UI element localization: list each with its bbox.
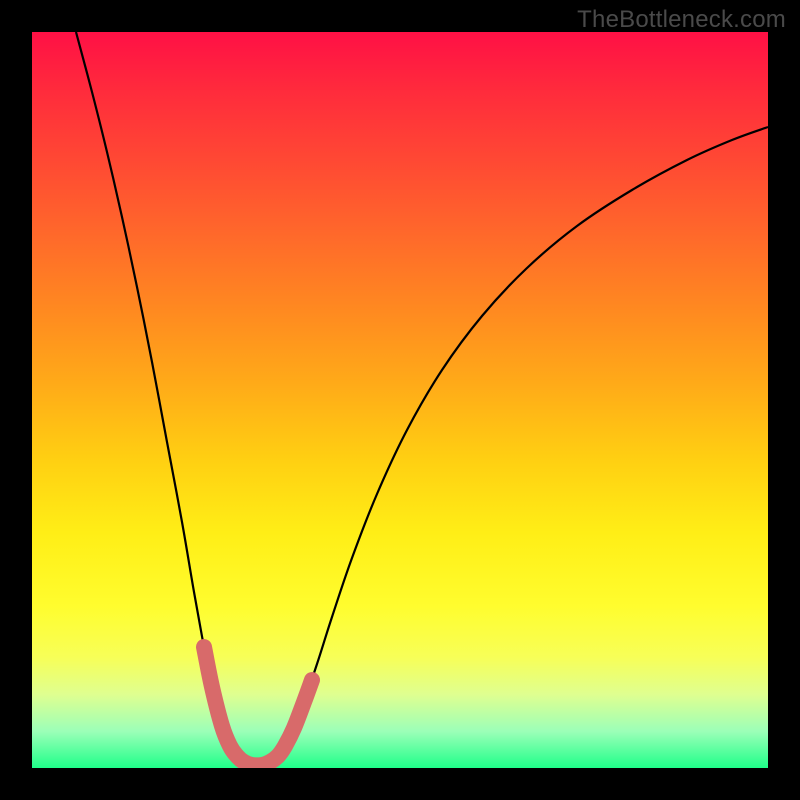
outer-frame: TheBottleneck.com [0, 0, 800, 800]
chart-svg [32, 32, 768, 768]
watermark-text: TheBottleneck.com [577, 6, 786, 34]
series-valley-highlight [204, 647, 312, 765]
chart-plot-area [32, 32, 768, 768]
series-curve [76, 32, 768, 765]
